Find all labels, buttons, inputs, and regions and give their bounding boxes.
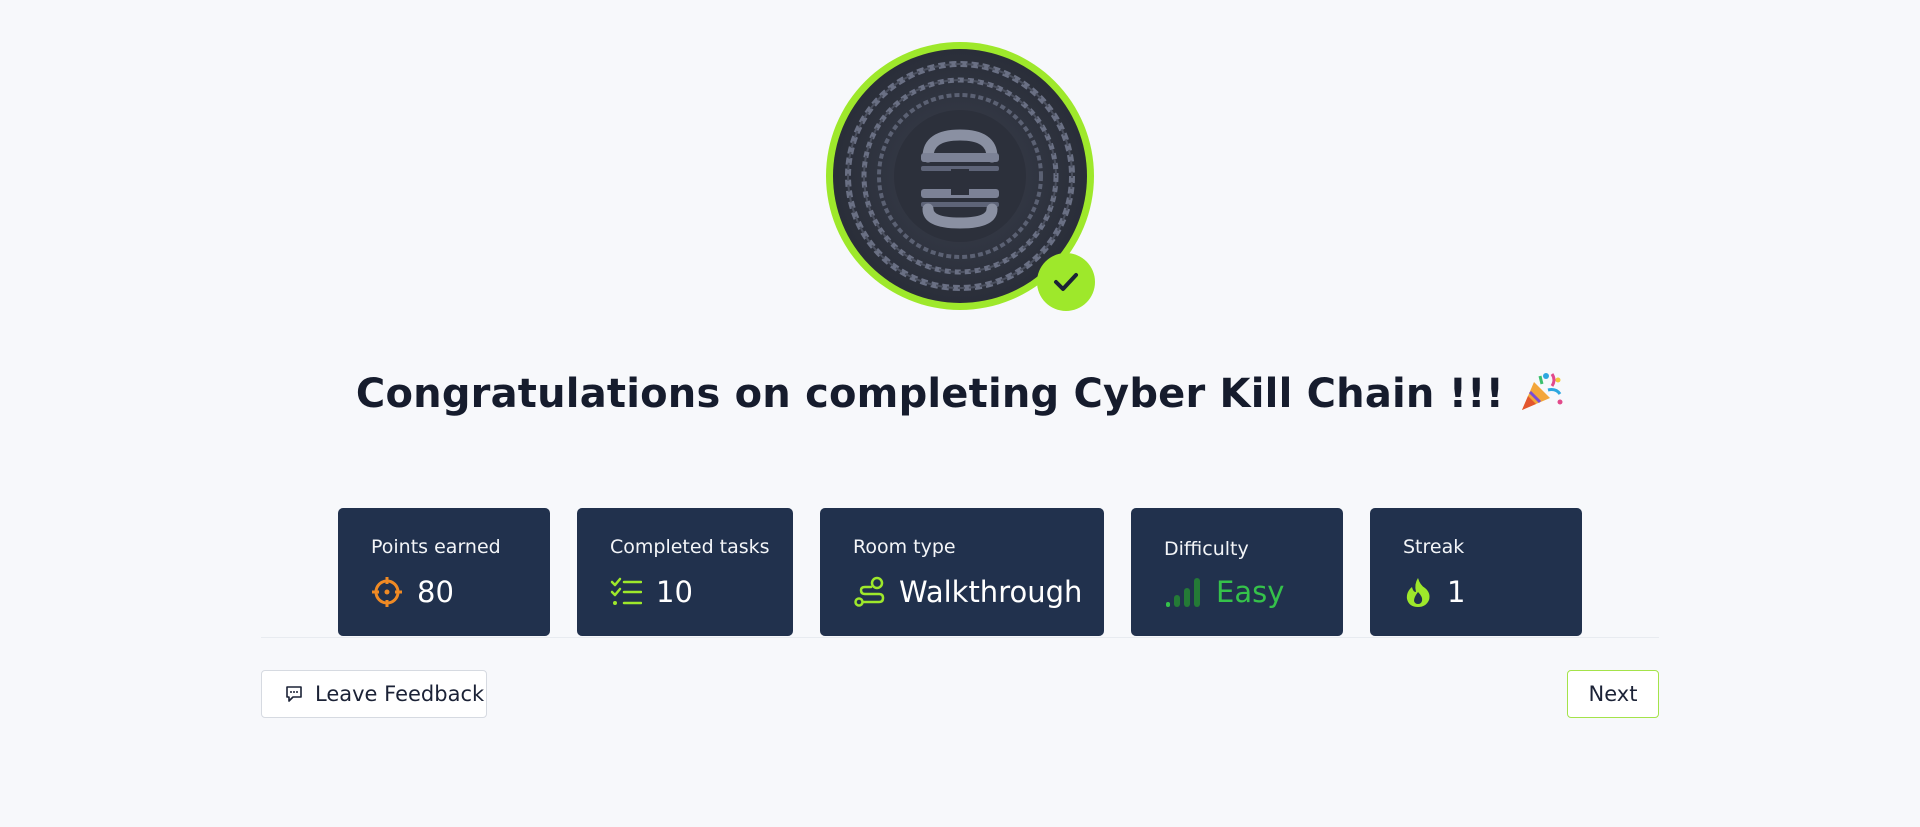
stat-card-streak: Streak 1 bbox=[1370, 508, 1582, 636]
stat-card-points: Points earned 80 bbox=[338, 508, 550, 636]
task-list-icon bbox=[610, 577, 642, 605]
stat-card-tasks: Completed tasks 10 bbox=[577, 508, 793, 636]
stat-card-room-type: Room type Walkthrough bbox=[820, 508, 1104, 636]
route-icon bbox=[854, 576, 885, 607]
stat-value: 10 bbox=[656, 575, 693, 609]
feedback-icon bbox=[286, 686, 302, 702]
stat-value: 80 bbox=[417, 575, 454, 609]
divider bbox=[261, 637, 1659, 638]
stat-label: Completed tasks bbox=[610, 536, 770, 558]
stat-value: Easy bbox=[1216, 575, 1285, 609]
flame-icon bbox=[1406, 578, 1430, 607]
completed-check-badge bbox=[1037, 253, 1095, 311]
next-label: Next bbox=[1588, 682, 1638, 706]
checkmark-icon bbox=[1054, 273, 1078, 291]
party-popper-icon bbox=[1518, 370, 1564, 422]
leave-feedback-button[interactable]: Leave Feedback bbox=[261, 670, 487, 718]
leave-feedback-label: Leave Feedback bbox=[315, 682, 485, 706]
stat-value: 1 bbox=[1447, 575, 1466, 609]
stat-card-difficulty: Difficulty Easy bbox=[1131, 508, 1343, 636]
stat-value: Walkthrough bbox=[899, 575, 1083, 609]
stat-label: Room type bbox=[853, 536, 956, 558]
stat-label: Points earned bbox=[371, 536, 501, 558]
congratulations-heading: Congratulations on completing Cyber Kill… bbox=[0, 370, 1920, 422]
heading-text: Congratulations on completing Cyber Kill… bbox=[355, 371, 1505, 417]
target-icon bbox=[372, 577, 402, 607]
stat-label: Streak bbox=[1403, 536, 1465, 558]
next-button[interactable]: Next bbox=[1567, 670, 1659, 718]
signal-bars-icon bbox=[1166, 578, 1200, 607]
stat-label: Difficulty bbox=[1164, 538, 1249, 560]
